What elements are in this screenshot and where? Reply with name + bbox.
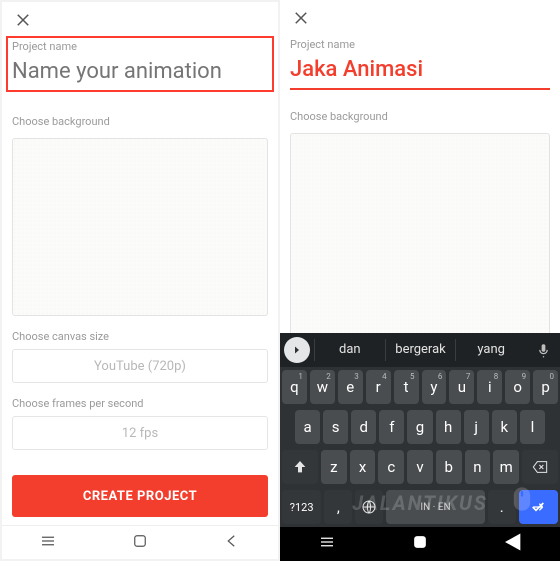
- language-key[interactable]: [355, 490, 383, 524]
- key-r[interactable]: r4: [366, 370, 391, 404]
- comma-key[interactable]: ,: [324, 490, 352, 524]
- android-navbar: [2, 525, 278, 559]
- back-button[interactable]: [223, 532, 241, 554]
- key-n[interactable]: n: [465, 450, 491, 484]
- key-e[interactable]: e3: [338, 370, 363, 404]
- recents-button[interactable]: [318, 533, 336, 555]
- project-name-label: Project name: [290, 38, 550, 51]
- header: [2, 2, 278, 38]
- key-d[interactable]: d: [351, 410, 376, 444]
- create-project-button[interactable]: CREATE PROJECT: [12, 475, 268, 517]
- key-j[interactable]: j: [464, 410, 489, 444]
- key-u[interactable]: u7: [449, 370, 474, 404]
- key-g[interactable]: g: [407, 410, 432, 444]
- key-i[interactable]: i8: [477, 370, 502, 404]
- android-navbar: [280, 527, 560, 561]
- key-f[interactable]: f: [379, 410, 404, 444]
- key-o[interactable]: o9: [505, 370, 530, 404]
- key-c[interactable]: c: [378, 450, 404, 484]
- shift-key[interactable]: [282, 450, 318, 484]
- space-key[interactable]: IN · EN: [386, 490, 484, 524]
- home-button[interactable]: [411, 533, 429, 555]
- recents-button[interactable]: [39, 532, 57, 554]
- fps-label: Choose frames per second: [12, 397, 268, 410]
- header: [280, 0, 560, 36]
- symbols-key[interactable]: ?123: [282, 490, 321, 524]
- key-l[interactable]: l: [520, 410, 545, 444]
- back-button[interactable]: [504, 533, 522, 555]
- project-name-label: Project name: [12, 40, 268, 53]
- key-k[interactable]: k: [492, 410, 517, 444]
- key-p[interactable]: p0: [533, 370, 558, 404]
- key-a[interactable]: a: [295, 410, 320, 444]
- key-v[interactable]: v: [407, 450, 433, 484]
- background-picker[interactable]: [290, 133, 550, 353]
- key-h[interactable]: h: [436, 410, 461, 444]
- mic-icon[interactable]: [530, 337, 556, 363]
- key-t[interactable]: t5: [394, 370, 419, 404]
- enter-key[interactable]: [519, 490, 558, 524]
- key-y[interactable]: y6: [422, 370, 447, 404]
- right-screenshot: Project name Choose background dan berge…: [280, 0, 560, 561]
- fps-select[interactable]: 12 fps: [12, 416, 268, 450]
- close-icon[interactable]: [290, 7, 312, 29]
- left-screenshot: Project name Choose background Choose ca…: [0, 0, 280, 561]
- expand-icon[interactable]: [284, 337, 310, 363]
- period-key[interactable]: .: [488, 490, 516, 524]
- background-picker[interactable]: [12, 138, 268, 316]
- canvas-size-label: Choose canvas size: [12, 330, 268, 343]
- suggestion[interactable]: dan: [314, 339, 385, 361]
- suggestion[interactable]: bergerak: [385, 339, 456, 361]
- suggestion[interactable]: yang: [455, 339, 526, 361]
- key-x[interactable]: x: [350, 450, 376, 484]
- key-q[interactable]: q1: [282, 370, 307, 404]
- key-s[interactable]: s: [323, 410, 348, 444]
- key-z[interactable]: z: [321, 450, 347, 484]
- suggestion-bar: dan bergerak yang: [280, 333, 560, 367]
- backspace-key[interactable]: [522, 450, 558, 484]
- home-button[interactable]: [131, 532, 149, 554]
- key-m[interactable]: m: [493, 450, 519, 484]
- close-icon[interactable]: [12, 9, 34, 31]
- key-b[interactable]: b: [436, 450, 462, 484]
- choose-bg-label: Choose background: [12, 115, 268, 128]
- soft-keyboard: dan bergerak yang q1w2e3r4t5y6u7i8o9p0 a…: [280, 333, 560, 527]
- project-name-input[interactable]: [12, 55, 268, 91]
- project-name-input[interactable]: [290, 53, 550, 90]
- canvas-size-select[interactable]: YouTube (720p): [12, 349, 268, 383]
- choose-bg-label: Choose background: [290, 110, 550, 123]
- key-w[interactable]: w2: [310, 370, 335, 404]
